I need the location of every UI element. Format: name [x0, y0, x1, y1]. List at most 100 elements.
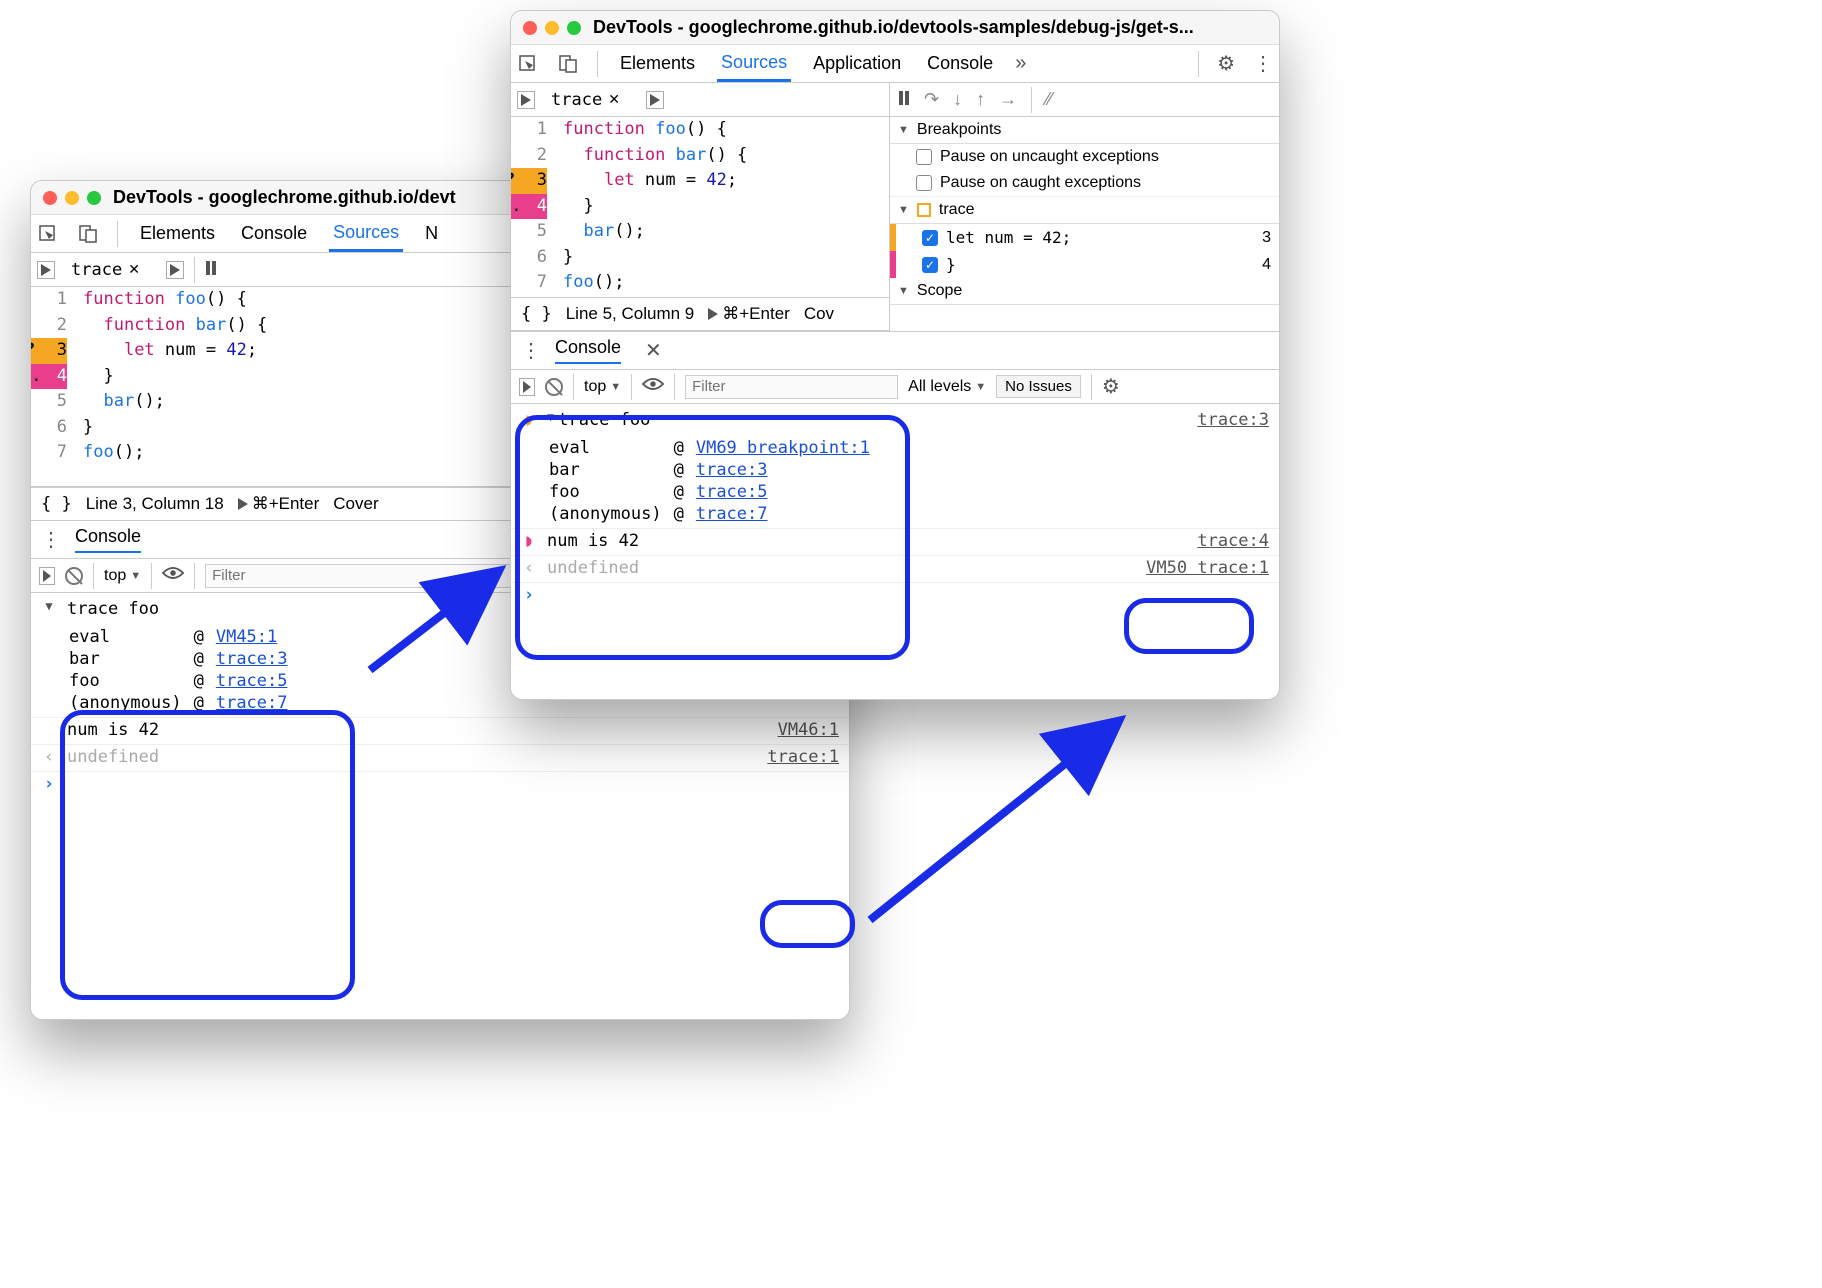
breakpoint-item[interactable]: ✓}4: [890, 251, 1279, 278]
maximize-window-icon[interactable]: [87, 191, 101, 205]
console-output: ◗ ▼ trace foo trace:3 eval@VM69 breakpoi…: [511, 404, 1279, 613]
source-link[interactable]: trace:3: [1197, 410, 1269, 430]
close-drawer-icon[interactable]: ✕: [645, 338, 662, 363]
stack-source-link[interactable]: trace:3: [216, 649, 288, 669]
more-tabs-icon[interactable]: [1015, 52, 1026, 75]
tab-sources[interactable]: Sources: [329, 215, 403, 252]
source-link[interactable]: trace:1: [767, 747, 839, 767]
console-tab[interactable]: Console: [555, 337, 621, 364]
file-tab-trace[interactable]: trace✕: [545, 90, 626, 110]
devtools-window-2: DevTools - googlechrome.github.io/devtoo…: [510, 10, 1280, 700]
source-link[interactable]: VM50 trace:1: [1146, 558, 1269, 578]
run-snippet-icon[interactable]: [166, 261, 184, 279]
show-navigator-icon[interactable]: [517, 91, 535, 109]
context-selector[interactable]: top▼: [104, 567, 141, 585]
console-tab[interactable]: Console: [75, 526, 141, 553]
stack-source-link[interactable]: trace:5: [216, 671, 288, 691]
source-link[interactable]: trace:4: [1197, 531, 1269, 551]
console-drawer-header: Console ✕: [511, 332, 1279, 370]
breakpoint-marker-icon: ◗: [521, 410, 537, 430]
inspect-icon[interactable]: [517, 53, 539, 75]
minimize-window-icon[interactable]: [65, 191, 79, 205]
minimize-window-icon[interactable]: [545, 21, 559, 35]
step-into-icon[interactable]: ↓: [953, 89, 962, 110]
cursor-position: Line 5, Column 9: [566, 304, 695, 324]
live-expression-icon[interactable]: [162, 566, 184, 585]
breakpoint-group[interactable]: ▼trace: [890, 196, 1279, 224]
stack-source-link[interactable]: trace:7: [216, 693, 288, 713]
close-icon[interactable]: ✕: [608, 91, 620, 108]
tab-more[interactable]: N: [421, 215, 442, 252]
clear-console-icon[interactable]: [545, 378, 563, 396]
execution-context-icon[interactable]: [39, 567, 55, 585]
issues-button[interactable]: No Issues: [996, 375, 1081, 398]
tab-console[interactable]: Console: [923, 45, 997, 82]
line-gutter: 1234567: [511, 117, 557, 297]
live-expression-icon[interactable]: [642, 377, 664, 396]
debug-toolbar: ↷ ↓ ↑ → ⁄⁄: [890, 83, 1279, 117]
pause-caught[interactable]: Pause on caught exceptions: [890, 170, 1279, 196]
prompt-icon[interactable]: ›: [41, 774, 57, 794]
stack-source-link[interactable]: trace:7: [696, 504, 768, 524]
kebab-icon[interactable]: [39, 527, 63, 552]
return-value: undefined: [547, 558, 1136, 578]
execution-context-icon[interactable]: [519, 378, 535, 396]
clear-console-icon[interactable]: [65, 567, 83, 585]
tab-console[interactable]: Console: [237, 215, 311, 252]
context-selector[interactable]: top▼: [584, 378, 621, 396]
file-tabs: trace✕: [511, 83, 889, 117]
kebab-icon[interactable]: [1253, 51, 1273, 76]
panel-scope[interactable]: ▼Scope: [890, 278, 1279, 305]
stack-source-link[interactable]: VM45:1: [216, 627, 277, 647]
disclosure-triangle-icon[interactable]: ▼: [547, 410, 554, 430]
breakpoint-item[interactable]: ✓let num = 42;3: [890, 224, 1279, 251]
divider: [117, 221, 118, 247]
tab-elements[interactable]: Elements: [616, 45, 699, 82]
tab-application[interactable]: Application: [809, 45, 905, 82]
console-settings-icon[interactable]: [1102, 374, 1120, 399]
tab-elements[interactable]: Elements: [136, 215, 219, 252]
editor-statusbar: { } Line 5, Column 9 ⌘+Enter Cov: [511, 297, 889, 331]
pause-icon[interactable]: [205, 260, 217, 280]
prompt-icon[interactable]: ›: [521, 585, 537, 605]
stack-source-link[interactable]: trace:3: [696, 460, 768, 480]
code-editor[interactable]: 1234567 function foo() { function bar() …: [511, 117, 889, 297]
cursor-position: Line 3, Column 18: [86, 494, 224, 514]
kebab-icon[interactable]: [519, 338, 543, 363]
inspect-icon[interactable]: [37, 223, 59, 245]
maximize-window-icon[interactable]: [567, 21, 581, 35]
source-link[interactable]: VM46:1: [778, 720, 839, 740]
close-window-icon[interactable]: [523, 21, 537, 35]
window-title: DevTools - googlechrome.github.io/devtoo…: [593, 17, 1267, 38]
pause-icon[interactable]: [898, 89, 910, 110]
log-message: num is 42: [547, 531, 1187, 551]
step-over-icon[interactable]: ↷: [924, 89, 939, 110]
code-content: function foo() { function bar() { let nu…: [557, 117, 747, 297]
snippet-icon: [917, 203, 931, 217]
pause-uncaught[interactable]: Pause on uncaught exceptions: [890, 144, 1279, 170]
device-toggle-icon[interactable]: [77, 223, 99, 245]
console-toolbar: top▼ All levels▼ No Issues: [511, 370, 1279, 404]
tab-sources[interactable]: Sources: [717, 45, 791, 82]
step-icon[interactable]: →: [999, 89, 1017, 110]
close-icon[interactable]: ✕: [128, 261, 140, 278]
file-tab-trace[interactable]: trace✕: [65, 260, 146, 280]
deactivate-breakpoints-icon[interactable]: ⁄⁄: [1046, 89, 1052, 110]
disclosure-triangle-icon[interactable]: ▼: [41, 599, 57, 613]
device-toggle-icon[interactable]: [557, 53, 579, 75]
panel-tabs: Elements Sources Application Console: [511, 45, 1279, 83]
stack-source-link[interactable]: VM69 breakpoint:1: [696, 438, 870, 458]
log-message: num is 42: [67, 720, 768, 740]
titlebar: DevTools - googlechrome.github.io/devtoo…: [511, 11, 1279, 45]
code-content: function foo() { function bar() { let nu…: [77, 287, 267, 486]
run-snippet-icon[interactable]: [646, 91, 664, 109]
show-navigator-icon[interactable]: [37, 261, 55, 279]
filter-input[interactable]: [685, 375, 898, 399]
step-out-icon[interactable]: ↑: [976, 89, 985, 110]
close-window-icon[interactable]: [43, 191, 57, 205]
settings-icon[interactable]: [1217, 51, 1235, 76]
stack-source-link[interactable]: trace:5: [696, 482, 768, 502]
logpoint-marker-icon: ◗: [521, 531, 537, 551]
log-levels-selector[interactable]: All levels▼: [908, 378, 986, 396]
panel-breakpoints[interactable]: ▼Breakpoints: [890, 117, 1279, 144]
